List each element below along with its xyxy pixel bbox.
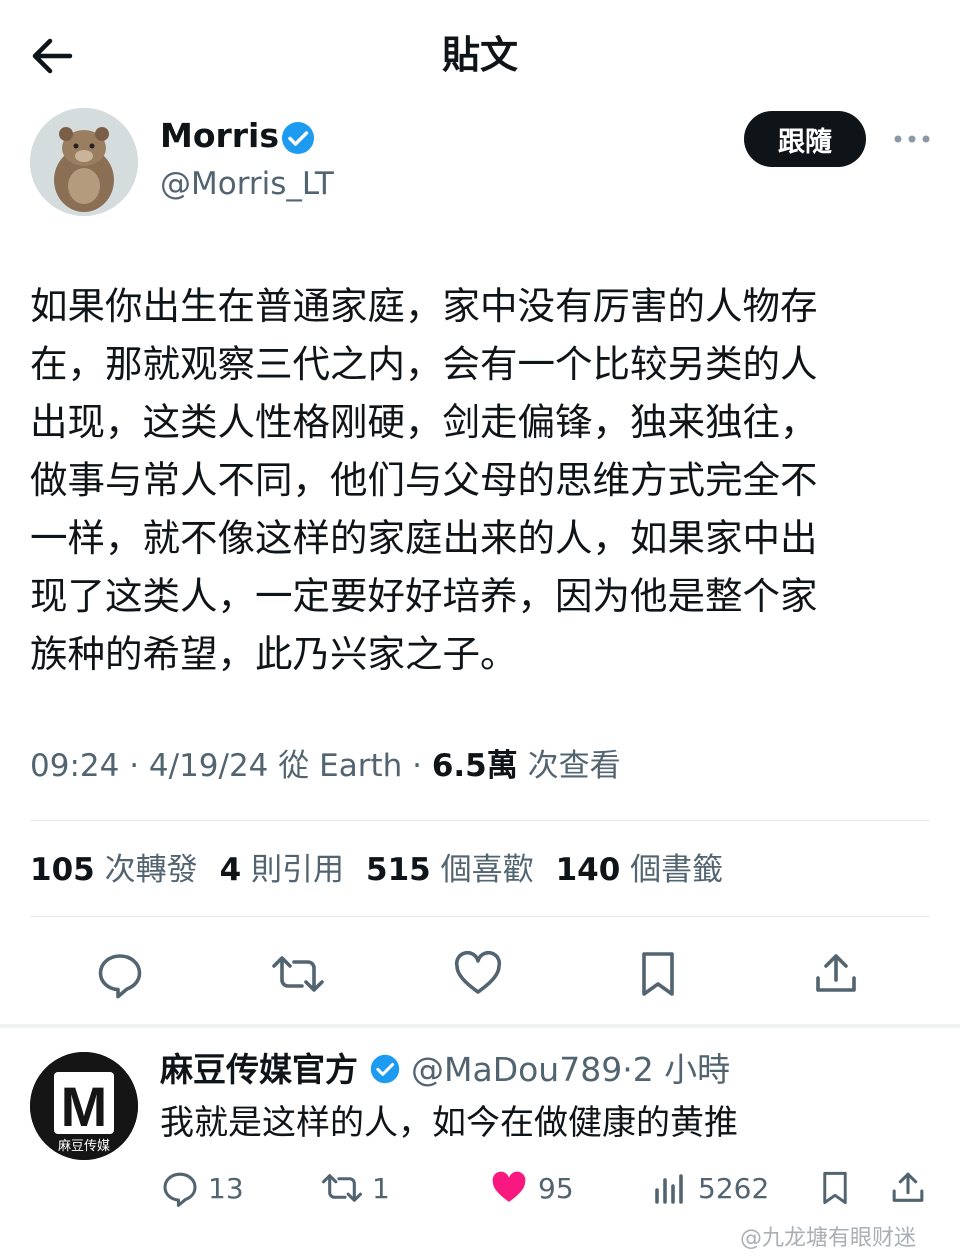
- verified-badge-icon: [280, 120, 316, 156]
- bookmark-icon[interactable]: [628, 944, 688, 1004]
- retweet-stat[interactable]: 105 次轉發: [30, 852, 198, 888]
- views-chart-icon: [655, 1174, 683, 1204]
- share-icon[interactable]: [806, 944, 866, 1004]
- verified-badge-icon: [370, 1054, 399, 1084]
- reply-avatar[interactable]: M 麻豆传媒: [30, 1052, 138, 1160]
- like-stat[interactable]: 515 個喜歡: [366, 852, 534, 888]
- reply-text: 我就是这样的人，如今在做健康的黄推: [160, 1103, 738, 1143]
- bookmark-icon: [823, 1171, 847, 1205]
- share-icon: [892, 1172, 924, 1202]
- reply-author-handle[interactable]: @MaDou789: [411, 1050, 622, 1089]
- view-count: 5262: [698, 1171, 770, 1205]
- retweet-count: 1: [372, 1171, 390, 1205]
- view-label: 次查看: [517, 748, 621, 784]
- reply-views-action[interactable]: 5262: [650, 1168, 769, 1208]
- liked-heart-icon: [492, 1171, 526, 1202]
- reply-retweet-action[interactable]: 1: [320, 1168, 390, 1208]
- section-divider: [0, 1024, 960, 1028]
- reply-avatar-text: 麻豆传媒: [58, 1139, 110, 1154]
- reply-icon[interactable]: [90, 944, 150, 1004]
- reply-author-name[interactable]: 麻豆传媒官方: [160, 1050, 358, 1089]
- author-handle[interactable]: @Morris_LT: [160, 163, 334, 205]
- watermark: @九龙塘有眼财迷: [740, 1226, 917, 1251]
- retweet-icon: [322, 1174, 362, 1202]
- post-stats: 105 次轉發 4 則引用 515 個喜歡 140 個書籤: [30, 848, 723, 892]
- reply-share-action[interactable]: [888, 1168, 936, 1208]
- reply-header: 麻豆传媒官方 @MaDou789·2 小時: [160, 1048, 730, 1092]
- reply-count: 13: [208, 1171, 244, 1205]
- like-count: 95: [538, 1171, 574, 1205]
- view-count: 6.5萬: [431, 748, 518, 784]
- post-meta: 09:24 · 4/19/24 從 Earth · 6.5萬 次查看: [30, 744, 621, 788]
- follow-button[interactable]: 跟隨: [744, 111, 866, 167]
- author-name[interactable]: Morris: [160, 114, 279, 158]
- more-options-icon[interactable]: [888, 124, 936, 154]
- quote-stat[interactable]: 4 則引用: [220, 852, 344, 888]
- post-time[interactable]: 09:24 · 4/19/24 從 Earth ·: [30, 748, 432, 784]
- reply-bookmark-action[interactable]: [816, 1168, 862, 1208]
- reply-avatar-letter: M: [61, 1075, 108, 1138]
- reply-icon: [163, 1172, 197, 1207]
- reply-reply-action[interactable]: 13: [160, 1168, 244, 1208]
- retweet-icon[interactable]: [268, 944, 328, 1004]
- bookmark-stat[interactable]: 140 個書籤: [556, 852, 724, 888]
- page-title: 貼文: [441, 33, 518, 77]
- divider: [30, 916, 930, 917]
- reply-like-action[interactable]: 95: [488, 1168, 574, 1208]
- post-text: 如果你出生在普通家庭，家中没有厉害的人物存 在，那就观察三代之内，会有一个比较另…: [30, 284, 818, 676]
- reply-time: ·2 小時: [622, 1050, 731, 1089]
- divider: [30, 820, 930, 821]
- like-icon[interactable]: [448, 944, 508, 1004]
- author-avatar[interactable]: [30, 108, 138, 216]
